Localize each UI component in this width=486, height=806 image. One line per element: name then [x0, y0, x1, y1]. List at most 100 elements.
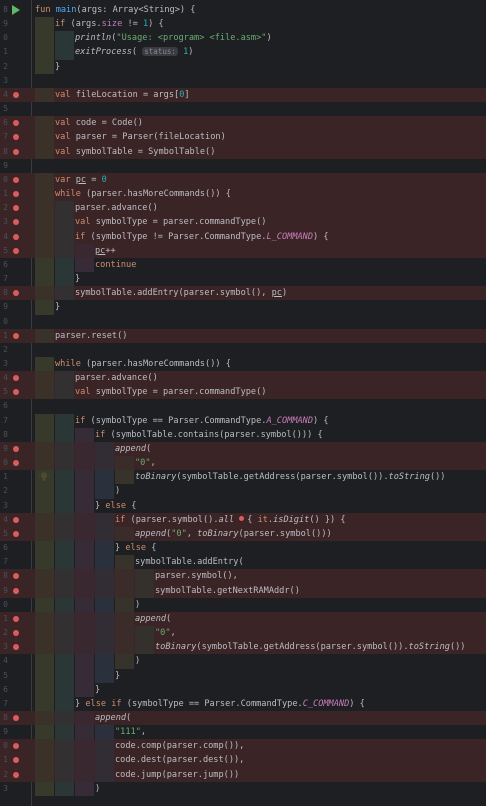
code-text[interactable]: code.comp(parser.comp()),: [115, 739, 244, 753]
code-line[interactable]: 8 append(: [0, 711, 486, 726]
code-line[interactable]: 9 if (args.size != 1) {: [0, 17, 486, 32]
code-line[interactable]: 1 exitProcess( status: 1): [0, 45, 486, 60]
code-text[interactable]: if (symbolType == Parser.CommandType.A_C…: [75, 414, 329, 428]
code-line[interactable]: 8 symbolTable.addEntry(parser.symbol(), p…: [0, 286, 486, 301]
code-line[interactable]: 1 parser.reset(): [0, 328, 486, 343]
code-line[interactable]: 5 val symbolType = parser.commandType(): [0, 385, 486, 400]
code-text[interactable]: append(: [135, 612, 171, 626]
code-text[interactable]: }: [95, 683, 100, 697]
breakpoint-icon[interactable]: [13, 743, 19, 750]
code-text[interactable]: append("0", toBinary(parser.symbol())): [135, 527, 332, 541]
code-line[interactable]: 6 val code = Code(): [0, 116, 486, 131]
code-text[interactable]: symbolTable.addEntry(parser.symbol(), pc…: [75, 286, 287, 300]
code-text[interactable]: val fileLocation = args[0]: [55, 88, 190, 102]
code-text[interactable]: var pc = 0: [55, 173, 107, 187]
code-line[interactable]: 3: [0, 74, 486, 88]
code-text[interactable]: } else if (symbolType == Parser.CommandT…: [75, 697, 365, 711]
breakpoint-icon[interactable]: [13, 191, 19, 198]
breakpoint-icon[interactable]: [13, 332, 19, 339]
code-text[interactable]: val symbolType = parser.commandType(): [75, 385, 266, 399]
code-text[interactable]: parser.reset(): [55, 329, 127, 343]
code-line[interactable]: 5}: [0, 668, 486, 683]
code-text[interactable]: parser.advance(): [75, 371, 158, 385]
code-text[interactable]: symbolTable.getNextRAMAddr(): [155, 584, 300, 598]
code-text[interactable]: continue: [95, 258, 136, 272]
breakpoint-icon[interactable]: [13, 771, 19, 778]
code-line[interactable]: 0: [0, 315, 486, 329]
breakpoint-icon[interactable]: [13, 148, 19, 155]
code-text[interactable]: } else {: [115, 541, 156, 555]
code-line[interactable]: 2): [0, 484, 486, 499]
code-line[interactable]: 3 val symbolType = parser.commandType(): [0, 215, 486, 230]
code-text[interactable]: ): [135, 598, 140, 612]
code-text[interactable]: ): [115, 484, 120, 498]
code-line[interactable]: 0 var pc = 0: [0, 172, 486, 188]
code-line[interactable]: 8 if (symbolTable.contains(parser.symbol(…: [0, 427, 486, 442]
code-line[interactable]: 5 append("0", toBinary(parser.symbol())): [0, 526, 486, 542]
code-line[interactable]: 8 fun main(args: Array<String>) {: [0, 3, 486, 17]
breakpoint-icon[interactable]: [13, 389, 19, 396]
code-line[interactable]: 2 "0",: [0, 626, 486, 641]
code-text[interactable]: toBinary(symbolTable.getAddress(parser.s…: [135, 470, 445, 484]
code-text[interactable]: } else {: [95, 499, 136, 513]
code-line[interactable]: 2 code.jump(parser.jump()): [0, 767, 486, 782]
code-line[interactable]: 7 val parser = Parser(fileLocation): [0, 130, 486, 145]
code-text[interactable]: val symbolTable = SymbolTable(): [55, 145, 215, 159]
breakpoint-icon[interactable]: [13, 530, 19, 537]
code-text[interactable]: while (parser.hasMoreCommands()) {: [55, 357, 231, 371]
lambda-breakpoint-icon[interactable]: [239, 516, 245, 522]
code-text[interactable]: symbolTable.addEntry(: [135, 555, 244, 569]
code-line[interactable]: 3 while (parser.hasMoreCommands()) {: [0, 357, 486, 372]
code-text[interactable]: val code = Code(): [55, 116, 143, 130]
code-text[interactable]: val symbolType = parser.commandType(): [75, 215, 266, 229]
code-line[interactable]: 6: [0, 399, 486, 413]
code-line[interactable]: 0 "0",: [0, 456, 486, 471]
code-line[interactable]: 3): [0, 781, 486, 796]
code-line[interactable]: 4): [0, 654, 486, 669]
code-text[interactable]: println("Usage: <program> <file.asm>"): [75, 31, 272, 45]
code-text[interactable]: append(: [115, 442, 151, 456]
breakpoint-icon[interactable]: [13, 205, 19, 212]
breakpoint-icon[interactable]: [13, 247, 19, 254]
code-line[interactable]: 7} else if (symbolType == Parser.Command…: [0, 696, 486, 711]
code-line[interactable]: 9}: [0, 300, 486, 315]
breakpoint-icon[interactable]: [13, 134, 19, 141]
code-text[interactable]: exitProcess( status: 1): [75, 45, 193, 59]
breakpoint-icon[interactable]: [13, 757, 19, 764]
code-text[interactable]: fun main(args: Array<String>) {: [35, 3, 195, 17]
code-text[interactable]: }: [55, 60, 60, 74]
breakpoint-icon[interactable]: [13, 573, 19, 580]
breakpoint-icon[interactable]: [13, 91, 19, 98]
code-text[interactable]: }: [115, 669, 120, 683]
code-line[interactable]: 1 code.dest(parser.dest()),: [0, 753, 486, 768]
code-text[interactable]: "111",: [115, 725, 146, 739]
code-line[interactable]: 0 println("Usage: <program> <file.asm>"): [0, 31, 486, 46]
code-line[interactable]: 5 pc++: [0, 243, 486, 258]
code-text[interactable]: ): [95, 782, 100, 796]
code-text[interactable]: "0",: [155, 626, 176, 640]
breakpoint-icon[interactable]: [13, 460, 19, 467]
code-line[interactable]: 2: [0, 343, 486, 357]
breakpoint-icon[interactable]: [13, 176, 19, 183]
code-line[interactable]: 8 val symbolTable = SymbolTable(): [0, 144, 486, 159]
code-line[interactable]: 9: [0, 159, 486, 173]
code-text[interactable]: while (parser.hasMoreCommands()) {: [55, 187, 231, 201]
breakpoint-icon[interactable]: [13, 375, 19, 382]
code-line[interactable]: 4 val fileLocation = args[0]: [0, 87, 486, 103]
code-line[interactable]: 4 parser.advance(): [0, 371, 486, 386]
code-line[interactable]: 4 if (symbolType != Parser.CommandType.L_…: [0, 229, 486, 244]
breakpoint-icon[interactable]: [13, 587, 19, 594]
code-text[interactable]: parser.symbol(),: [155, 569, 238, 583]
code-line[interactable]: 3 toBinary(symbolTable.getAddress(parser.…: [0, 640, 486, 655]
code-line[interactable]: 7 symbolTable.addEntry(: [0, 555, 486, 570]
code-line[interactable]: 6}: [0, 682, 486, 697]
code-line[interactable]: 3} else {: [0, 498, 486, 513]
breakpoint-icon[interactable]: [13, 290, 19, 297]
code-text[interactable]: ): [135, 654, 140, 668]
code-text[interactable]: }: [55, 300, 60, 314]
code-line[interactable]: 0): [0, 597, 486, 612]
code-line[interactable]: 6 continue: [0, 257, 486, 273]
code-text[interactable]: if (symbolType != Parser.CommandType.L_C…: [75, 230, 329, 244]
code-text[interactable]: if (parser.symbol().all { it.isDigit() }…: [115, 513, 346, 527]
code-line[interactable]: 4 if (parser.symbol().all { it.isDigit() …: [0, 512, 486, 527]
